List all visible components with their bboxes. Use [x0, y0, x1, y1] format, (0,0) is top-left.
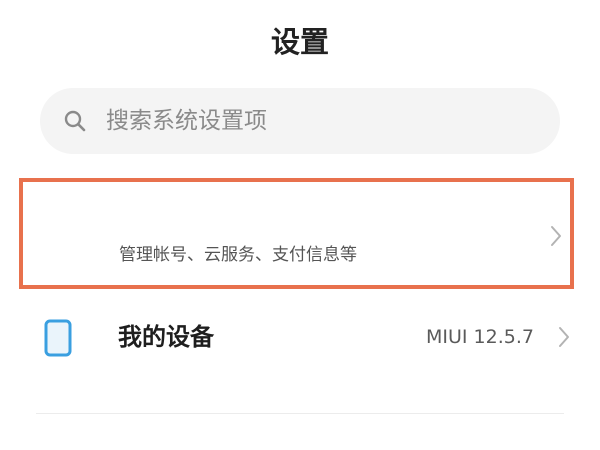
my-device-label: 我的设备 [118, 323, 214, 351]
search-input[interactable] [106, 108, 526, 134]
page-title: 设置 [270, 25, 329, 59]
chevron-right-icon [546, 222, 566, 250]
settings-screen: 设置 管理帐号、云服务、支付信息等 我的设备 MIUI 12.5.7 [0, 0, 600, 450]
miui-version-value: MIUI 12.5.7 [426, 326, 534, 348]
search-bar[interactable] [40, 88, 560, 154]
account-settings-item[interactable]: 管理帐号、云服务、支付信息等 [19, 178, 574, 289]
account-subtitle: 管理帐号、云服务、支付信息等 [119, 245, 357, 265]
list-divider [36, 413, 564, 414]
chevron-right-icon [554, 323, 574, 351]
search-icon [62, 108, 88, 134]
my-device-item[interactable]: 我的设备 MIUI 12.5.7 [0, 300, 600, 376]
phone-icon [44, 319, 72, 357]
